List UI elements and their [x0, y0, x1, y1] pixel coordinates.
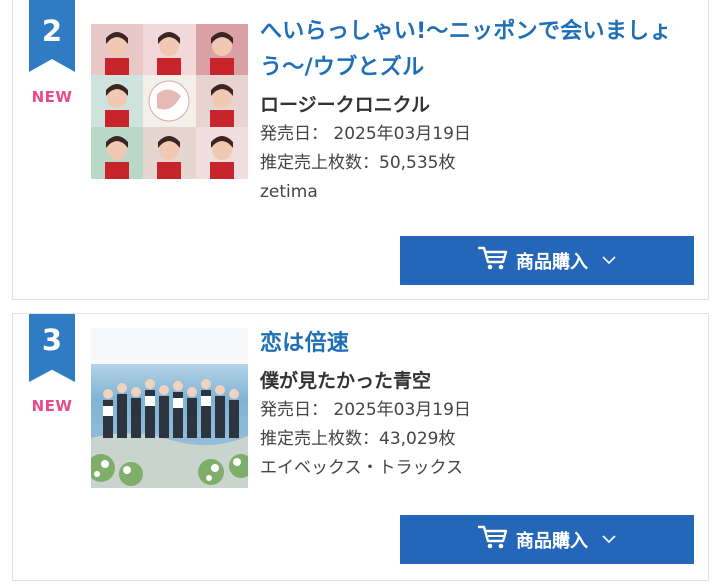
album-jacket-image[interactable]	[91, 24, 248, 179]
release-title[interactable]: へいらっしゃい!〜ニッポンで会いましょう〜/ウブとズル	[260, 14, 694, 86]
chevron-down-icon	[602, 253, 616, 269]
jacket-art	[91, 328, 248, 488]
ranking-card: 2 NEW へいらっしゃい!〜ニッポンで会いましょう〜/ウブとズル ロージークロ…	[12, 0, 709, 300]
artist-name[interactable]: 僕が見たかった青空	[260, 366, 694, 396]
buy-button-label: 商品購入	[516, 251, 588, 273]
artist-name[interactable]: ロージークロニクル	[260, 90, 694, 120]
release-date: 発売日： 2025年03月19日	[260, 400, 471, 420]
rank-badge: 2	[29, 0, 75, 72]
buy-button-label: 商品購入	[516, 530, 588, 552]
estimated-sales: 推定売上枚数：50,535枚	[260, 153, 456, 173]
new-badge: NEW	[31, 88, 73, 106]
chevron-down-icon	[602, 532, 616, 548]
rank-badge: 3	[29, 314, 75, 382]
jacket-art	[91, 24, 248, 179]
cart-icon	[477, 245, 508, 276]
release-title[interactable]: 恋は倍速	[260, 326, 694, 362]
new-badge: NEW	[31, 397, 73, 415]
record-label: エイベックス・トラックス	[260, 458, 463, 478]
record-label: zetima	[260, 182, 318, 202]
release-info: へいらっしゃい!〜ニッポンで会いましょう〜/ウブとズル ロージークロニクル 発売…	[260, 14, 694, 207]
estimated-sales: 推定売上枚数：43,029枚	[260, 429, 456, 449]
ranking-card: 3 NEW 恋は倍速 僕が見たかった青空 発売日： 2025年03月19日 推定…	[12, 313, 709, 581]
buy-button[interactable]: 商品購入	[400, 515, 694, 564]
album-jacket-image[interactable]	[91, 328, 248, 488]
release-date: 発売日： 2025年03月19日	[260, 124, 471, 144]
cart-icon	[477, 524, 508, 555]
release-info: 恋は倍速 僕が見たかった青空 発売日： 2025年03月19日 推定売上枚数：4…	[260, 326, 694, 483]
buy-button[interactable]: 商品購入	[400, 236, 694, 285]
